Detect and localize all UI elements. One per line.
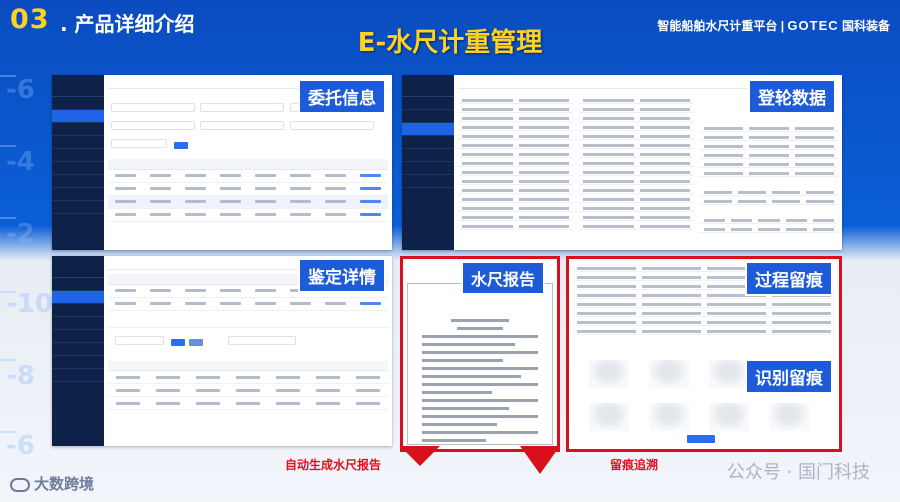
- ruler-scale: -6 -4 -2 -10 -8 -6: [0, 55, 53, 485]
- sidebar-item[interactable]: [52, 97, 104, 110]
- sidebar-item[interactable]: [52, 162, 104, 175]
- sidebar-item-active[interactable]: [402, 123, 454, 136]
- edit-button[interactable]: [189, 338, 204, 346]
- table-row[interactable]: [108, 208, 388, 222]
- footer-logo: 大数跨境: [10, 473, 94, 494]
- tag-boarding: 登轮数据: [748, 79, 836, 114]
- sidebar-item[interactable]: [52, 330, 104, 343]
- confirm-button[interactable]: [170, 338, 185, 346]
- filter-field[interactable]: [200, 121, 285, 130]
- main-title: E-水尺计重管理: [357, 28, 543, 58]
- filter-field[interactable]: [110, 121, 195, 130]
- tag-process-trace: 过程留痕: [745, 261, 833, 296]
- recognition-thumbnail[interactable]: [769, 403, 809, 431]
- tag-recognition-trace: 识别留痕: [745, 359, 833, 394]
- sidebar-item-active[interactable]: [52, 110, 104, 123]
- commission-table: [108, 159, 388, 222]
- sidebar-item[interactable]: [402, 162, 454, 175]
- sidebar-item[interactable]: [52, 188, 104, 201]
- caption-trace: 留痕追溯: [610, 458, 659, 472]
- table-row[interactable]: [108, 370, 388, 384]
- sidebar-item-active[interactable]: [52, 291, 104, 304]
- sidebar-item[interactable]: [52, 278, 104, 291]
- confirm-button[interactable]: [687, 435, 715, 443]
- commission-panel: 委托信息: [52, 75, 392, 250]
- table-row[interactable]: [108, 297, 388, 311]
- sidebar-item[interactable]: [52, 304, 104, 317]
- method-field[interactable]: [114, 335, 164, 345]
- table-row[interactable]: [108, 396, 388, 410]
- sidebar: [52, 256, 104, 446]
- recognition-thumbnail[interactable]: [649, 360, 689, 388]
- tank-table: [700, 95, 838, 233]
- filter-field[interactable]: [110, 103, 195, 112]
- tag-draft-report: 水尺报告: [461, 261, 546, 295]
- recognition-thumbnail[interactable]: [589, 360, 629, 388]
- sidebar-item[interactable]: [402, 97, 454, 110]
- sidebar-item[interactable]: [402, 149, 454, 162]
- tag-commission: 委托信息: [298, 79, 386, 114]
- sidebar-item[interactable]: [52, 149, 104, 162]
- sidebar-item[interactable]: [402, 175, 454, 188]
- history-table: [108, 360, 388, 410]
- sidebar-item[interactable]: [52, 175, 104, 188]
- draft-data-column: [458, 95, 573, 233]
- table-row[interactable]: [108, 169, 388, 183]
- table-row[interactable]: [108, 195, 388, 209]
- draft-report-box: 水尺报告: [400, 256, 560, 452]
- table-row[interactable]: [108, 383, 388, 397]
- trace-box: 过程留痕 识别留痕: [566, 256, 842, 452]
- recognition-thumbnail[interactable]: [589, 403, 629, 431]
- recognition-thumbnail[interactable]: [709, 403, 749, 431]
- table-row[interactable]: [108, 182, 388, 196]
- sidebar-item[interactable]: [52, 136, 104, 149]
- sidebar-item[interactable]: [402, 110, 454, 123]
- appraisal-panel: 鉴定详情: [52, 256, 392, 446]
- recognition-thumbnail[interactable]: [709, 360, 749, 388]
- watermark: 公众号 · 国门科技: [726, 462, 870, 483]
- draft-report-document: [407, 283, 553, 445]
- displacement-column: [579, 95, 694, 233]
- sidebar-item[interactable]: [52, 369, 104, 382]
- sidebar-logo: [402, 75, 454, 97]
- sidebar-logo: [52, 256, 104, 278]
- tag-appraisal: 鉴定详情: [298, 258, 386, 293]
- sidebar-item[interactable]: [52, 356, 104, 369]
- filter-field[interactable]: [289, 121, 374, 130]
- sidebar-item[interactable]: [52, 317, 104, 330]
- recognition-thumbnail[interactable]: [649, 403, 689, 431]
- sidebar: [402, 75, 454, 250]
- caption-auto-report: 自动生成水尺报告: [285, 458, 382, 472]
- sidebar-item[interactable]: [52, 201, 104, 214]
- logo-icon: [10, 477, 30, 492]
- remark-field[interactable]: [227, 335, 296, 345]
- sidebar-logo: [52, 75, 104, 97]
- sidebar-item[interactable]: [52, 343, 104, 356]
- caption-pointer-icon: [400, 446, 560, 474]
- boarding-panel: 登轮数据: [402, 75, 842, 250]
- sidebar: [52, 75, 104, 250]
- sidebar-item[interactable]: [52, 123, 104, 136]
- sidebar-item[interactable]: [402, 136, 454, 149]
- filter-field[interactable]: [110, 139, 167, 148]
- filter-field[interactable]: [200, 103, 285, 112]
- search-button[interactable]: [174, 142, 189, 150]
